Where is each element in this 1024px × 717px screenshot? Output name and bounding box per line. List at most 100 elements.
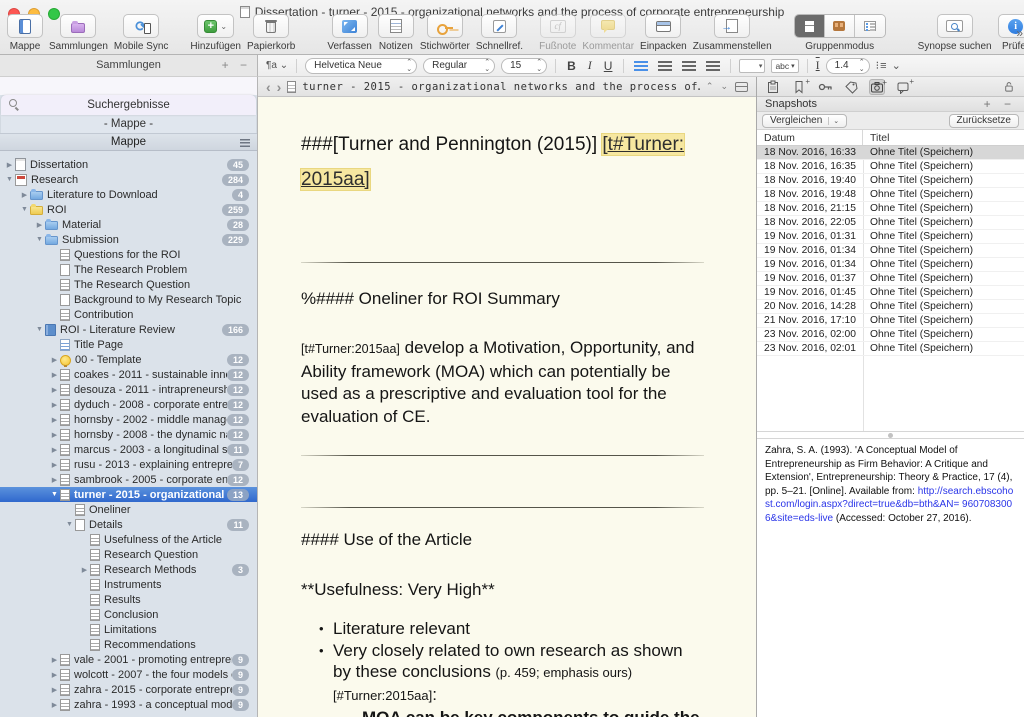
underline-button[interactable]: U xyxy=(601,59,616,73)
snapshot-row[interactable]: 18 Nov. 2016, 22:05Ohne Titel (Speichern… xyxy=(757,216,1024,230)
snapshot-row[interactable]: 21 Nov. 2016, 17:10Ohne Titel (Speichern… xyxy=(757,314,1024,328)
disclosure-triangle[interactable]: ▶ xyxy=(4,161,15,169)
keywords-button[interactable]: Stichwörter xyxy=(420,14,470,52)
next-document-button[interactable]: ⌄ xyxy=(720,81,728,92)
disclosure-triangle[interactable]: ▶ xyxy=(49,671,60,679)
disclosure-triangle[interactable]: ▼ xyxy=(19,206,30,213)
metadata-tab-button[interactable] xyxy=(843,79,859,95)
binder-item[interactable]: ▶vale - 2001 - promoting entreprene...9 xyxy=(0,652,257,667)
comments-tab-button[interactable]: + xyxy=(895,79,911,95)
disclosure-triangle[interactable]: ▼ xyxy=(49,491,60,498)
font-size-select[interactable]: 15⌃⌄ xyxy=(501,58,547,74)
previous-document-button[interactable]: ⌃ xyxy=(706,81,714,92)
snapshot-row[interactable]: 19 Nov. 2016, 01:34Ohne Titel (Speichern… xyxy=(757,258,1024,272)
binder-item[interactable]: ▶wolcott - 2007 - the four models of...9 xyxy=(0,667,257,682)
notes-tab-button[interactable] xyxy=(765,79,781,95)
binder-item[interactable]: Background to My Research Topic xyxy=(0,292,257,307)
binder-item[interactable]: Results xyxy=(0,592,257,607)
snapshots-tab-button[interactable]: + xyxy=(869,79,885,95)
binder-item[interactable]: Contribution xyxy=(0,307,257,322)
list-dropdown[interactable]: ⁝≡ ⌄ xyxy=(876,59,902,72)
trash-button[interactable]: Papierkorb xyxy=(247,14,295,52)
text-color-well[interactable]: ▾ xyxy=(739,59,765,73)
binder-item[interactable]: ▶Research Methods3 xyxy=(0,562,257,577)
binder-item[interactable]: The Research Problem xyxy=(0,262,257,277)
binder-item[interactable]: ▼Details11 xyxy=(0,517,257,532)
binder-item[interactable]: ▶desouza - 2011 - intrapreneurship...12 xyxy=(0,382,257,397)
binder-item[interactable]: ▼turner - 2015 - organizational net...13 xyxy=(0,487,257,502)
notes-button[interactable]: Notizen xyxy=(378,14,414,52)
snapshot-row[interactable]: 18 Nov. 2016, 19:40Ohne Titel (Speichern… xyxy=(757,174,1024,188)
citation-link[interactable]: 2015aa] xyxy=(301,169,370,190)
binder-item[interactable]: Conclusion xyxy=(0,607,257,622)
disclosure-triangle[interactable]: ▶ xyxy=(49,656,60,664)
group-mode-document-segment[interactable] xyxy=(795,15,825,37)
binder-item[interactable]: ▶Dissertation45 xyxy=(0,157,257,172)
binder-item[interactable]: ▶Material28 xyxy=(0,217,257,232)
disclosure-triangle[interactable]: ▶ xyxy=(49,431,60,439)
collection-binder-tab[interactable]: - Mappe - xyxy=(1,115,256,133)
disclosure-triangle[interactable]: ▶ xyxy=(49,371,60,379)
binder-item[interactable]: Research Question xyxy=(0,547,257,562)
binder-item[interactable]: ▶dyduch - 2008 - corporate entrepre...12 xyxy=(0,397,257,412)
collections-button[interactable]: Sammlungen xyxy=(49,14,108,52)
snapshot-row[interactable]: 23 Nov. 2016, 02:00Ohne Titel (Speichern… xyxy=(757,328,1024,342)
back-button[interactable]: ‹ xyxy=(266,79,271,95)
forward-button[interactable]: › xyxy=(277,79,282,95)
add-item-button[interactable]: +⌄ Hinzufügen xyxy=(190,14,241,52)
binder-item[interactable]: Limitations xyxy=(0,622,257,637)
compare-button[interactable]: Vergleichen ⌄ xyxy=(762,114,847,128)
disclosure-triangle[interactable]: ▶ xyxy=(49,401,60,409)
snapshot-row[interactable]: 20 Nov. 2016, 14:28Ohne Titel (Speichern… xyxy=(757,300,1024,314)
snapshot-row[interactable]: 18 Nov. 2016, 16:33Ohne Titel (Speichern… xyxy=(757,146,1024,160)
bold-button[interactable]: B xyxy=(564,59,579,73)
binder-item[interactable]: The Research Question xyxy=(0,277,257,292)
binder-item[interactable]: ▼ROI259 xyxy=(0,202,257,217)
binder-item[interactable]: ▶hornsby - 2002 - middle managers'...12 xyxy=(0,412,257,427)
group-mode-corkboard-segment[interactable] xyxy=(825,15,855,37)
toolbar-overflow-button[interactable]: » xyxy=(1016,26,1022,40)
bookmarks-tab-button[interactable]: + xyxy=(791,79,807,95)
disclosure-triangle[interactable]: ▶ xyxy=(49,701,60,709)
snapshot-row[interactable]: 19 Nov. 2016, 01:31Ohne Titel (Speichern… xyxy=(757,230,1024,244)
citation-link[interactable]: [t#Turner: xyxy=(602,134,684,155)
align-center-button[interactable] xyxy=(658,61,672,71)
align-justify-button[interactable] xyxy=(706,61,720,71)
binder-item[interactable]: Usefulness of the Article xyxy=(0,532,257,547)
comment-button[interactable]: Kommentar xyxy=(582,14,634,52)
snapshot-row[interactable]: 18 Nov. 2016, 16:35Ohne Titel (Speichern… xyxy=(757,160,1024,174)
disclosure-triangle[interactable]: ▶ xyxy=(49,416,60,424)
binder-item[interactable]: Title Page xyxy=(0,337,257,352)
disclosure-triangle[interactable]: ▶ xyxy=(49,686,60,694)
disclosure-triangle[interactable]: ▼ xyxy=(64,521,75,528)
disclosure-triangle[interactable]: ▶ xyxy=(34,221,45,229)
snapshot-add-remove-buttons[interactable]: + − xyxy=(984,97,1016,111)
disclosure-triangle[interactable]: ▶ xyxy=(49,461,60,469)
lock-icon[interactable] xyxy=(1000,79,1016,95)
snapshot-row[interactable]: 19 Nov. 2016, 01:37Ohne Titel (Speichern… xyxy=(757,272,1024,286)
inspector-splitter[interactable] xyxy=(757,431,1024,438)
disclosure-triangle[interactable]: ▶ xyxy=(19,191,30,199)
binder-item[interactable]: ▼ROI - Literature Review166 xyxy=(0,322,257,337)
disclosure-triangle[interactable]: ▶ xyxy=(49,446,60,454)
collection-search-results[interactable]: Suchergebnisse xyxy=(1,95,256,115)
quick-reference-button[interactable]: Schnellref. xyxy=(476,14,523,52)
align-right-button[interactable] xyxy=(682,61,696,71)
binder-item[interactable]: Recommendations xyxy=(0,637,257,652)
binder-item[interactable]: ▶Literature to Download4 xyxy=(0,187,257,202)
rollback-button[interactable]: Zurücksetze xyxy=(949,114,1019,128)
snapshot-row[interactable]: 19 Nov. 2016, 01:45Ohne Titel (Speichern… xyxy=(757,286,1024,300)
column-header-titel[interactable]: Titel xyxy=(863,130,1024,145)
binder-item[interactable]: ▶coakes - 2011 - sustainable innovat...1… xyxy=(0,367,257,382)
snapshot-row[interactable]: 23 Nov. 2016, 02:01Ohne Titel (Speichern… xyxy=(757,342,1024,356)
disclosure-triangle[interactable]: ▶ xyxy=(79,566,90,574)
binder-item[interactable]: ▼Submission229 xyxy=(0,232,257,247)
snapshot-row[interactable]: 18 Nov. 2016, 21:15Ohne Titel (Speichern… xyxy=(757,202,1024,216)
disclosure-triangle[interactable]: ▼ xyxy=(34,326,45,333)
line-spacing-select[interactable]: 1.4⌃⌄ xyxy=(826,58,870,74)
font-family-select[interactable]: Helvetica Neue⌃⌄ xyxy=(305,58,417,74)
wrap-button[interactable]: Einpacken xyxy=(640,14,687,52)
mobile-sync-button[interactable]: ⟳ Mobile Sync xyxy=(114,14,168,52)
binder-item[interactable]: ▶zahra - 1993 - a conceptual model...9 xyxy=(0,697,257,712)
binder-item[interactable]: ▶marcus - 2003 - a longitudinal stud...1… xyxy=(0,442,257,457)
